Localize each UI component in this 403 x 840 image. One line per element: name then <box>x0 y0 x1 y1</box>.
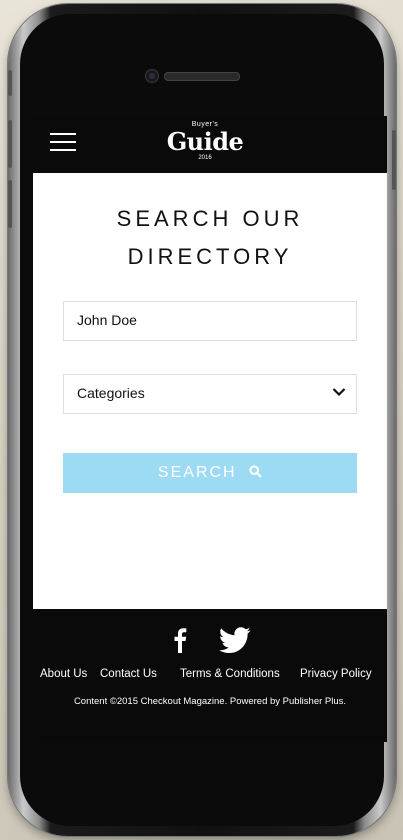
copyright-text: Content ©2015 Checkout Magazine. Powered… <box>73 696 347 707</box>
footer: About Us Contact Us Terms & Conditions P… <box>33 609 387 742</box>
footer-link-terms[interactable]: Terms & Conditions <box>180 668 280 680</box>
app-header: Buyer's Guide 2016 <box>33 116 387 173</box>
page-title-line-1: SEARCH OUR <box>116 206 304 231</box>
search-button-label: SEARCH <box>157 464 237 481</box>
search-button[interactable]: SEARCH <box>63 453 357 493</box>
earpiece-speaker <box>164 72 240 81</box>
categories-select-value: Categories <box>77 385 145 401</box>
search-icon <box>249 465 262 478</box>
footer-link-about[interactable]: About Us <box>40 668 87 680</box>
page-title-line-2: DIRECTORY <box>127 244 293 269</box>
screen: Buyer's Guide 2016 SEARCH OUR DIRECTORY … <box>33 116 387 742</box>
twitter-icon[interactable] <box>219 627 251 653</box>
logo-year: 2016 <box>198 155 212 161</box>
logo[interactable]: Buyer's Guide 2016 <box>150 120 260 170</box>
mute-switch <box>8 70 12 96</box>
name-input[interactable]: John Doe <box>63 301 357 341</box>
menu-icon[interactable] <box>50 132 76 152</box>
chevron-down-icon <box>332 388 346 397</box>
volume-down-button <box>8 180 12 228</box>
name-input-value: John Doe <box>77 312 137 328</box>
volume-up-button <box>8 120 12 168</box>
categories-select[interactable]: Categories <box>63 374 357 414</box>
front-camera <box>145 69 159 83</box>
footer-link-privacy[interactable]: Privacy Policy <box>300 668 372 680</box>
home-button-area <box>33 742 387 822</box>
facebook-icon[interactable] <box>173 627 187 653</box>
page-title: SEARCH OUR DIRECTORY <box>33 200 387 276</box>
power-button <box>392 130 396 190</box>
logo-title: Guide <box>166 127 244 156</box>
footer-link-contact[interactable]: Contact Us <box>100 668 157 680</box>
